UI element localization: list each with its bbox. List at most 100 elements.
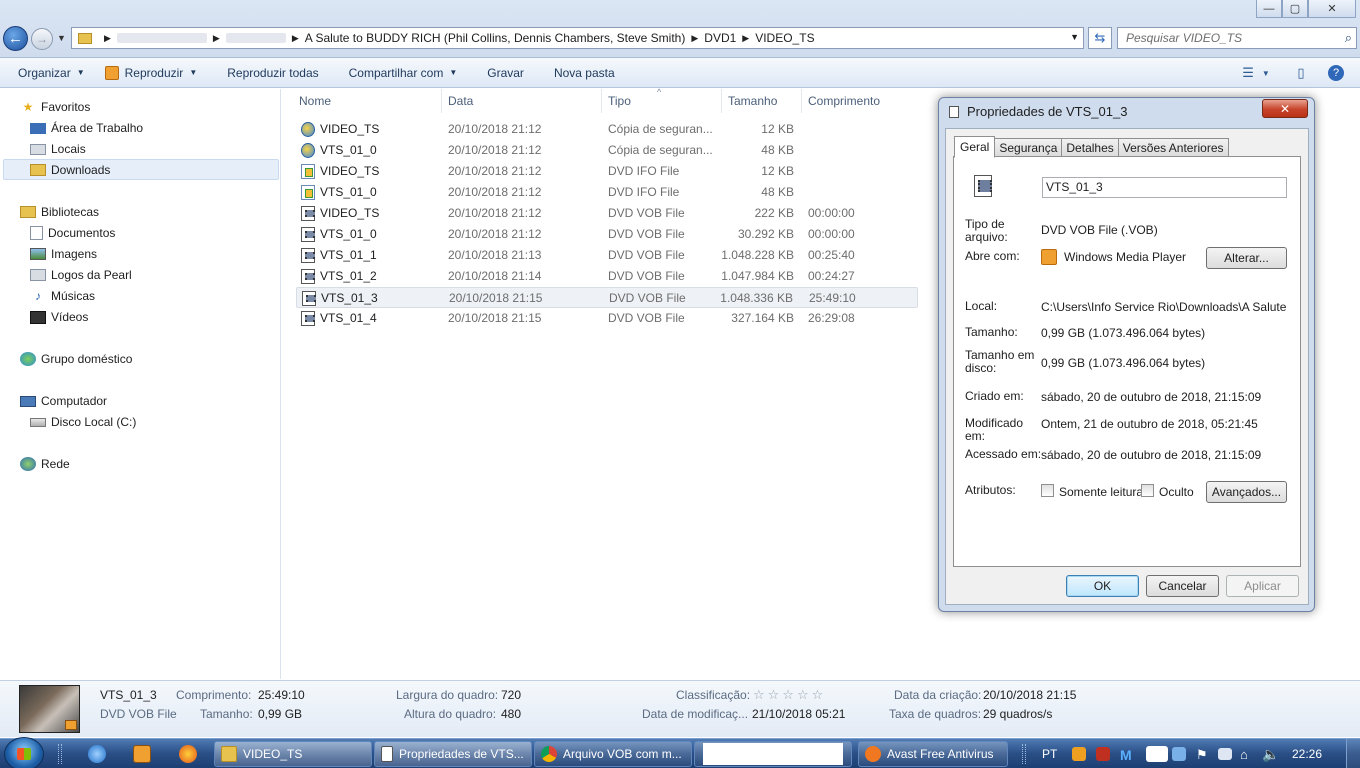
nav-pearl-logos[interactable]: Logos da Pearl bbox=[30, 265, 132, 285]
taskbar-item-chrome[interactable]: Arquivo VOB com m... bbox=[534, 741, 692, 767]
filename-field[interactable]: VTS_01_3 bbox=[1042, 177, 1287, 198]
nav-videos[interactable]: Vídeos bbox=[30, 307, 88, 327]
dialog-close-button[interactable]: ✕ bbox=[1262, 99, 1308, 118]
table-row[interactable]: VIDEO_TS 20/10/2018 21:12 Cópia de seguran… bbox=[296, 119, 918, 140]
column-header-date[interactable]: Data bbox=[441, 89, 601, 113]
nav-downloads[interactable]: Downloads bbox=[30, 160, 110, 180]
tab-general[interactable]: Geral bbox=[954, 136, 996, 158]
cancel-button[interactable]: Cancelar bbox=[1146, 575, 1219, 597]
breadcrumb-hidden-segment[interactable] bbox=[225, 33, 286, 43]
breadcrumb-hidden-segment[interactable] bbox=[116, 33, 207, 43]
media-player-icon[interactable] bbox=[133, 745, 151, 763]
organize-button[interactable]: Organizar ▼ bbox=[0, 58, 95, 87]
share-button[interactable]: Compartilhar com ▼ bbox=[329, 58, 468, 87]
maximize-button[interactable]: ▢ bbox=[1282, 0, 1308, 18]
language-indicator[interactable]: PT bbox=[1042, 739, 1057, 768]
change-button[interactable]: Alterar... bbox=[1206, 247, 1287, 269]
table-row[interactable]: VTS_01_2 20/10/2018 21:14 DVD VOB File 1.04… bbox=[296, 266, 918, 287]
close-button[interactable]: ✕ bbox=[1308, 0, 1356, 18]
taskbar-item-properties[interactable]: Propriedades de VTS... bbox=[374, 741, 532, 767]
volume-icon[interactable]: 🔈 bbox=[1262, 746, 1279, 762]
tray-redacted-icon[interactable] bbox=[1146, 746, 1168, 762]
tab-security[interactable]: Segurança bbox=[995, 138, 1063, 157]
clock[interactable]: 22:26 bbox=[1292, 739, 1322, 768]
taskbar-item-redacted[interactable] bbox=[694, 741, 852, 767]
table-row[interactable]: VTS_01_4 20/10/2018 21:15 DVD VOB File 327.… bbox=[296, 308, 918, 329]
rating-stars[interactable]: ☆☆☆☆☆ bbox=[753, 687, 826, 703]
column-header-length[interactable]: Comprimento bbox=[801, 89, 921, 113]
forward-button[interactable]: → bbox=[31, 28, 53, 50]
burn-button[interactable]: Gravar bbox=[467, 58, 534, 87]
back-button[interactable]: ← bbox=[3, 26, 28, 51]
address-bar[interactable]: ▶ ▶ ▶ A Salute to BUDDY RICH (Phil Colli… bbox=[71, 27, 1084, 49]
flag-icon[interactable]: ⚑ bbox=[1196, 747, 1208, 762]
nav-computer[interactable]: Computador bbox=[20, 391, 107, 411]
opens-with-label: Abre com: bbox=[965, 249, 1020, 263]
file-date-cell: 20/10/2018 21:12 bbox=[448, 227, 542, 241]
search-icon[interactable]: ⌕ bbox=[1345, 30, 1352, 46]
tray-network-icon[interactable] bbox=[1172, 747, 1186, 761]
column-header-size[interactable]: Tamanho bbox=[721, 89, 801, 113]
tray-warning-icon[interactable] bbox=[1072, 747, 1086, 761]
nav-network[interactable]: Rede bbox=[20, 454, 70, 474]
apply-button[interactable]: Aplicar bbox=[1226, 575, 1299, 597]
separator bbox=[964, 380, 1286, 381]
minimize-button[interactable]: — bbox=[1256, 0, 1282, 18]
tray-device-icon[interactable]: ⌂ bbox=[1240, 747, 1254, 762]
details-size-value: 0,99 GB bbox=[258, 707, 303, 721]
nav-label: Computador bbox=[41, 394, 108, 408]
help-button[interactable]: ? bbox=[1326, 58, 1346, 88]
play-button[interactable]: Reproduzir ▼ bbox=[95, 58, 208, 87]
table-row[interactable]: VIDEO_TS 20/10/2018 21:12 DVD VOB File 222 … bbox=[296, 203, 918, 224]
nav-libraries[interactable]: Bibliotecas bbox=[20, 202, 99, 222]
breadcrumb-item[interactable]: VIDEO_TS bbox=[755, 31, 814, 45]
tab-details[interactable]: Detalhes bbox=[1062, 138, 1119, 157]
address-dropdown-icon[interactable]: ▼ bbox=[1070, 32, 1079, 42]
nav-music[interactable]: ♪ Músicas bbox=[30, 286, 95, 306]
breadcrumb-item[interactable]: A Salute to BUDDY RICH (Phil Collins, De… bbox=[305, 31, 686, 45]
table-row[interactable]: VTS_01_0 20/10/2018 21:12 Cópia de seguran… bbox=[296, 140, 918, 161]
column-header-name[interactable]: Nome bbox=[293, 89, 441, 113]
play-icon bbox=[104, 65, 119, 80]
table-row[interactable]: VTS_01_0 20/10/2018 21:12 DVD IFO File 48 K… bbox=[296, 182, 918, 203]
readonly-label: Somente leitura bbox=[1059, 485, 1144, 499]
videos-icon bbox=[30, 310, 46, 324]
taskbar-item-video-ts[interactable]: VIDEO_TS bbox=[214, 741, 372, 767]
tray-malwarebytes-icon[interactable]: M bbox=[1120, 747, 1136, 763]
table-row[interactable]: VTS_01_3 20/10/2018 21:15 DVD VOB File 1.04… bbox=[296, 287, 918, 308]
preview-pane-button[interactable]: ▯ bbox=[1290, 58, 1312, 88]
nav-local-disk[interactable]: Disco Local (C:) bbox=[30, 412, 136, 432]
nav-homegroup[interactable]: Grupo doméstico bbox=[20, 349, 132, 369]
hidden-checkbox[interactable] bbox=[1141, 484, 1154, 497]
readonly-checkbox[interactable] bbox=[1041, 484, 1054, 497]
breadcrumb-item[interactable]: DVD1 bbox=[704, 31, 736, 45]
new-folder-button[interactable]: Nova pasta bbox=[534, 58, 625, 87]
tray-app-icon[interactable] bbox=[1096, 747, 1110, 761]
places-icon bbox=[30, 143, 46, 155]
firefox-icon[interactable] bbox=[179, 745, 197, 763]
taskbar-item-avast[interactable]: Avast Free Antivirus bbox=[858, 741, 1008, 767]
nav-places[interactable]: Locais bbox=[30, 139, 86, 159]
tray-display-icon[interactable] bbox=[1218, 748, 1232, 760]
vob-file-icon bbox=[974, 175, 992, 197]
nav-desktop[interactable]: Área de Trabalho bbox=[30, 118, 143, 138]
nav-documents[interactable]: Documentos bbox=[30, 223, 115, 243]
advanced-button[interactable]: Avançados... bbox=[1206, 481, 1287, 503]
table-row[interactable]: VTS_01_1 20/10/2018 21:13 DVD VOB File 1.04… bbox=[296, 245, 918, 266]
tab-previous-versions[interactable]: Versões Anteriores bbox=[1118, 138, 1229, 157]
show-desktop-button[interactable] bbox=[1346, 739, 1360, 768]
nav-images[interactable]: Imagens bbox=[30, 244, 97, 264]
table-row[interactable]: VIDEO_TS 20/10/2018 21:12 DVD IFO File 12 K… bbox=[296, 161, 918, 182]
attributes-label: Atributos: bbox=[965, 483, 1016, 497]
play-all-button[interactable]: Reproduzir todas bbox=[207, 58, 328, 87]
recent-pages-button[interactable]: ▼ bbox=[57, 33, 66, 43]
start-button[interactable] bbox=[4, 737, 44, 768]
ok-button[interactable]: OK bbox=[1066, 575, 1139, 597]
table-row[interactable]: VTS_01_0 20/10/2018 21:12 DVD VOB File 30.2… bbox=[296, 224, 918, 245]
search-input[interactable]: Pesquisar VIDEO_TS ⌕ bbox=[1117, 27, 1357, 49]
internet-explorer-icon[interactable] bbox=[88, 745, 106, 763]
refresh-button[interactable]: ⇆ bbox=[1088, 27, 1112, 49]
view-options-button[interactable]: ☰ ▼ bbox=[1236, 58, 1276, 88]
nav-favorites[interactable]: ★ Favoritos bbox=[20, 97, 91, 117]
vob-icon bbox=[301, 206, 315, 221]
